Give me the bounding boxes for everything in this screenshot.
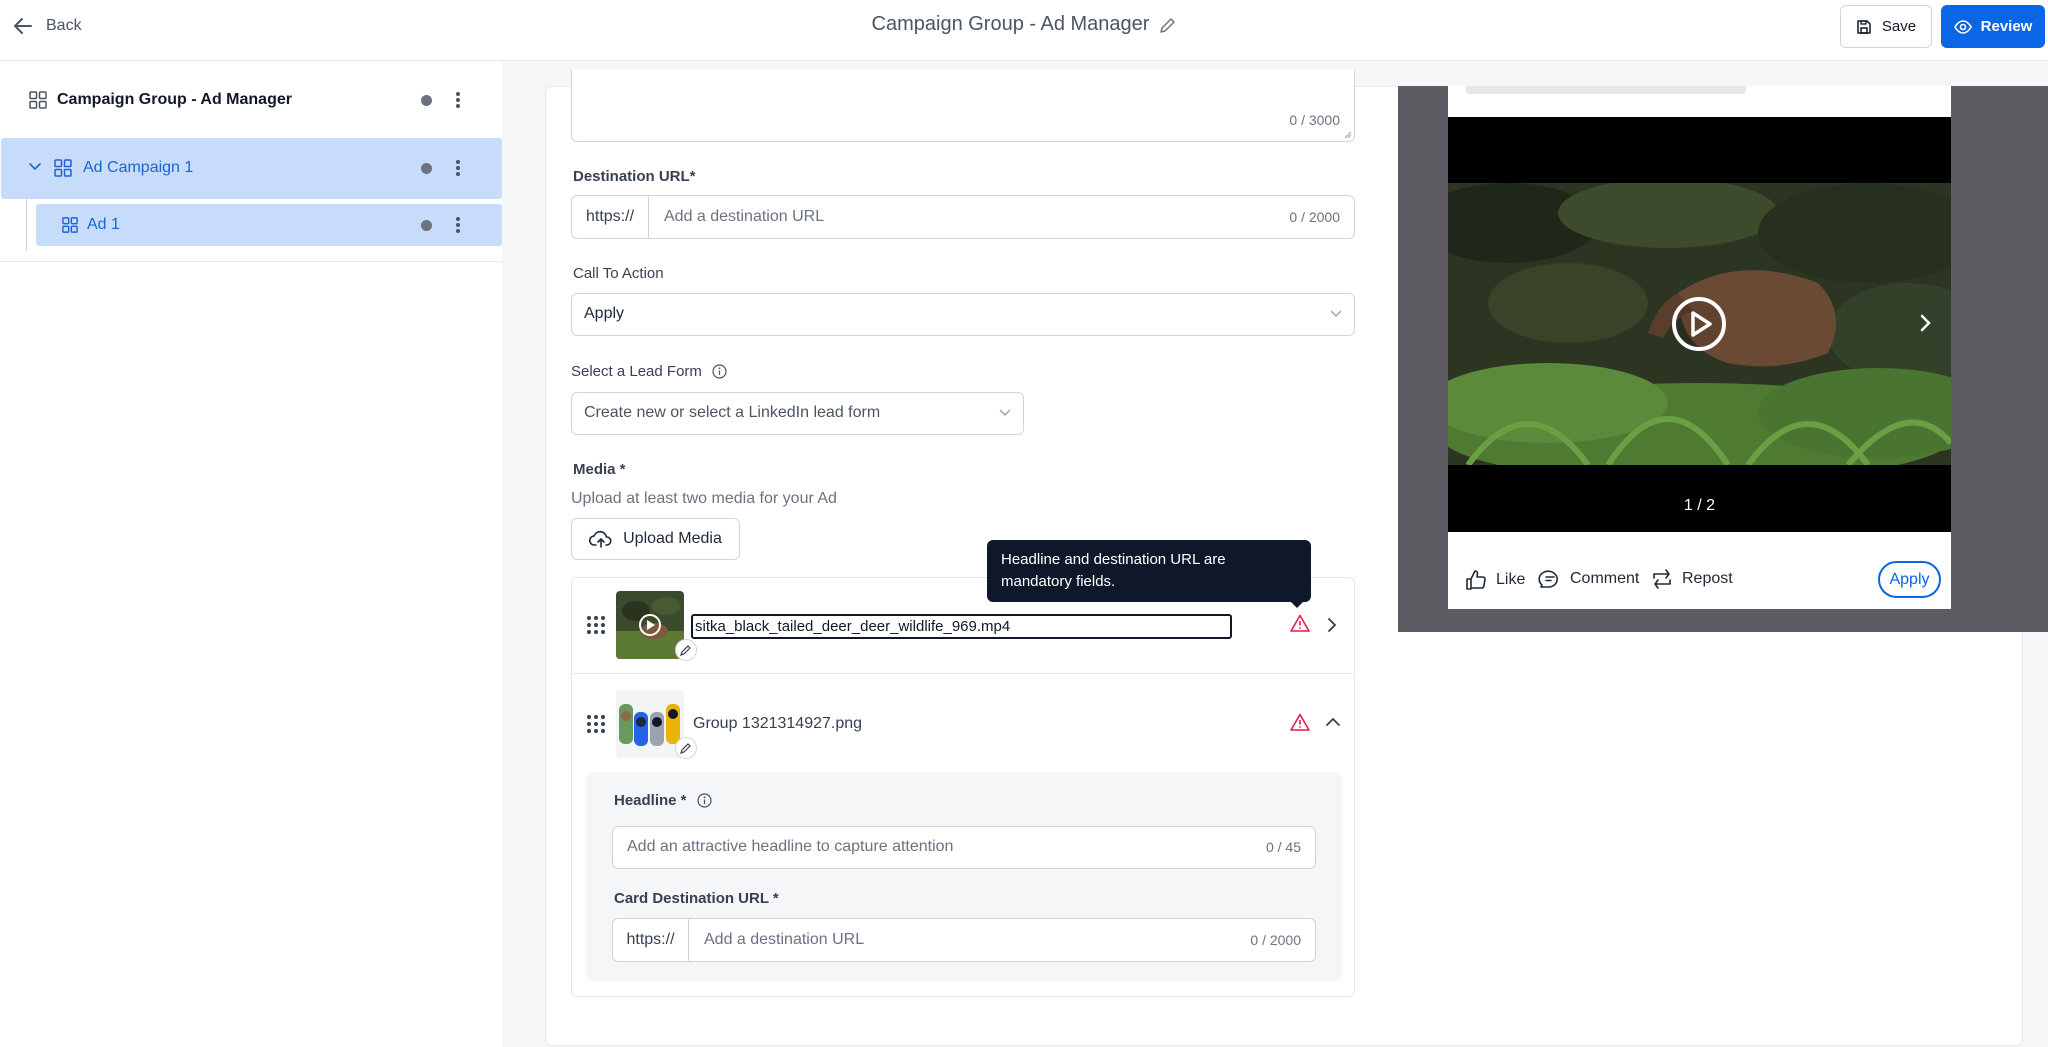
like-label: Like [1496, 571, 1526, 588]
tree-item-label: Campaign Group - Ad Manager [57, 91, 292, 108]
destination-url-input[interactable]: https:// Add a destination URL 0 / 2000 [571, 195, 1355, 239]
headline-label: Headline * [614, 792, 712, 809]
destination-url-placeholder: Add a destination URL [664, 208, 825, 225]
card-url-input[interactable]: https:// Add a destination URL 0 / 2000 [612, 918, 1316, 962]
chevron-right-icon[interactable] [1328, 618, 1336, 632]
eye-icon [1953, 19, 1972, 34]
page-title: Campaign Group - Ad Manager [0, 13, 2048, 36]
edit-thumbnail-icon[interactable] [675, 737, 697, 759]
save-button[interactable]: Save [1840, 5, 1932, 48]
page-title-text: Campaign Group - Ad Manager [871, 13, 1150, 35]
lead-form-label-text: Select a Lead Form [571, 363, 702, 380]
repost-button[interactable]: Repost [1650, 568, 1733, 590]
headline-input[interactable]: Add an attractive headline to capture at… [612, 826, 1316, 869]
url-prefix: https:// [613, 919, 689, 961]
char-counter: 0 / 2000 [1289, 209, 1340, 225]
tree-item-ad-campaign[interactable]: Ad Campaign 1 [1, 138, 502, 199]
media-list: sitka_black_tailed_deer_deer_wildlife_96… [571, 577, 1355, 997]
destination-url-label: Destination URL* [573, 168, 696, 185]
like-button[interactable]: Like [1464, 568, 1525, 592]
status-dot [421, 220, 432, 231]
warning-icon[interactable] [1290, 713, 1310, 731]
repost-label: Repost [1682, 570, 1733, 587]
more-options-icon[interactable] [456, 92, 460, 108]
sidebar-divider [0, 261, 502, 262]
campaign-tree-sidebar: Campaign Group - Ad Manager Ad Campaign … [0, 61, 502, 1047]
slide-counter: 1 / 2 [1683, 497, 1716, 514]
intro-text-area[interactable]: 0 / 3000 [571, 70, 1355, 142]
preview-actions: Like Comment Repost [1448, 560, 1951, 600]
lead-form-select[interactable]: Create new or select a LinkedIn lead for… [571, 392, 1024, 435]
call-to-action-label: Call To Action [573, 265, 664, 282]
preview-text-skeleton [1466, 86, 1746, 94]
media-label: Media * [573, 461, 626, 478]
floppy-disk-icon [1856, 19, 1872, 35]
char-counter: 0 / 2000 [1250, 932, 1301, 948]
media-card-details: Headline * Add an attractive headline to… [586, 772, 1342, 981]
repost-icon [1650, 568, 1674, 590]
url-prefix: https:// [572, 196, 649, 238]
grid-icon [54, 159, 72, 177]
lead-form-placeholder: Create new or select a LinkedIn lead for… [584, 404, 881, 421]
char-counter: 0 / 3000 [1289, 112, 1340, 128]
call-to-action-value: Apply [584, 305, 625, 322]
media-hint: Upload at least two media for your Ad [571, 490, 837, 507]
status-dot [421, 163, 432, 174]
resize-handle-icon[interactable] [1343, 130, 1352, 139]
tree-item-ad[interactable]: Ad 1 [36, 204, 502, 246]
card-url-placeholder: Add a destination URL [704, 931, 865, 948]
video-thumbnail [616, 591, 684, 659]
carousel-next-icon[interactable] [1920, 314, 1932, 332]
headline-label-text: Headline * [614, 792, 687, 809]
warning-icon[interactable] [1290, 614, 1310, 632]
media-item[interactable]: Group 1321314927.png [572, 674, 1354, 770]
thumbs-up-icon [1464, 568, 1488, 592]
headline-placeholder: Add an attractive headline to capture at… [627, 838, 954, 855]
more-options-icon[interactable] [456, 217, 460, 233]
tree-connector [26, 199, 27, 251]
tree-item-label: Ad Campaign 1 [83, 159, 194, 176]
tree-item-label: Ad 1 [87, 216, 120, 233]
chevron-up-icon[interactable] [1326, 718, 1340, 726]
review-button[interactable]: Review [1941, 5, 2045, 48]
upload-media-label: Upload Media [623, 530, 722, 547]
chevron-down-icon[interactable] [29, 163, 41, 171]
grid-icon [62, 217, 78, 233]
validation-tooltip: Headline and destination URL are mandato… [987, 540, 1311, 602]
image-thumbnail [616, 690, 684, 758]
comment-button[interactable]: Comment [1538, 568, 1639, 590]
comment-label: Comment [1570, 570, 1640, 587]
tooltip-arrow [1290, 601, 1304, 608]
comment-icon [1538, 568, 1562, 590]
info-icon[interactable] [696, 793, 712, 808]
edit-thumbnail-icon[interactable] [675, 639, 697, 661]
status-dot [421, 95, 432, 106]
grid-icon [29, 91, 47, 109]
info-icon[interactable] [712, 364, 727, 379]
apply-cta-button[interactable]: Apply [1878, 561, 1941, 598]
edit-title-icon[interactable] [1159, 17, 1176, 34]
media-filename-input[interactable]: sitka_black_tailed_deer_deer_wildlife_96… [691, 614, 1232, 639]
char-counter: 0 / 45 [1265, 839, 1301, 855]
drag-handle-icon[interactable] [587, 715, 605, 733]
call-to-action-select[interactable]: Apply [571, 293, 1355, 336]
tree-item-campaign-group[interactable]: Campaign Group - Ad Manager [0, 81, 502, 119]
chevron-down-icon [999, 409, 1011, 417]
cloud-upload-icon [589, 529, 613, 549]
lead-form-label: Select a Lead Form [571, 363, 727, 380]
more-options-icon[interactable] [456, 160, 460, 176]
review-label: Review [1980, 18, 2033, 35]
top-bar: Back Campaign Group - Ad Manager Save Re… [0, 0, 2048, 61]
card-url-label: Card Destination URL * [614, 890, 779, 907]
chevron-down-icon [1330, 310, 1342, 318]
play-icon[interactable] [1671, 296, 1727, 352]
drag-handle-icon[interactable] [587, 616, 605, 634]
save-label: Save [1881, 18, 1917, 35]
media-filename: Group 1321314927.png [693, 715, 863, 732]
upload-media-button[interactable]: Upload Media [571, 518, 740, 560]
